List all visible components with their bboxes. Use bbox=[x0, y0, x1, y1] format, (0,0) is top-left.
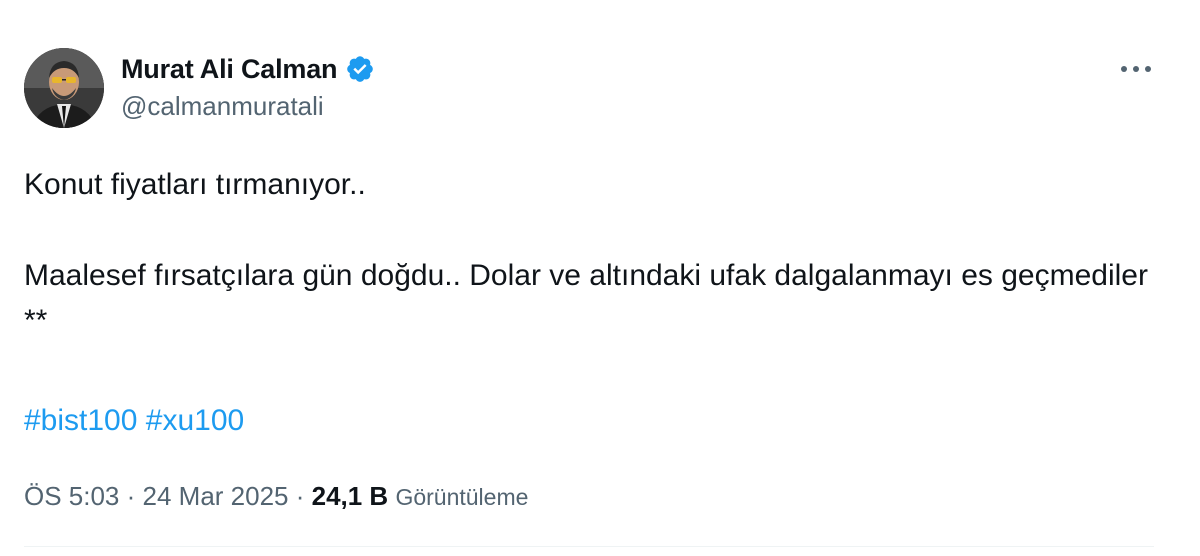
hashtag-link[interactable]: #bist100 bbox=[24, 404, 137, 437]
author-display-name[interactable]: Murat Ali Calman bbox=[121, 54, 338, 85]
avatar[interactable] bbox=[24, 48, 104, 128]
divider bbox=[24, 546, 1154, 547]
hashtag-list: #bist100 #xu100 bbox=[24, 398, 244, 443]
more-horizontal-icon bbox=[1121, 66, 1151, 72]
meta-separator: · bbox=[119, 481, 143, 511]
author-handle[interactable]: @calmanmuratali bbox=[121, 91, 324, 122]
tweet-time[interactable]: ÖS 5:03 bbox=[24, 481, 119, 511]
views-count[interactable]: 24,1 B bbox=[312, 481, 389, 511]
more-options-button[interactable] bbox=[1118, 54, 1154, 84]
author-name-row: Murat Ali Calman bbox=[121, 51, 375, 87]
tweet-meta: ÖS 5:03 · 24 Mar 2025 · 24,1 B Görüntüle… bbox=[24, 477, 528, 516]
meta-separator: · bbox=[288, 481, 312, 511]
verified-badge-icon[interactable] bbox=[345, 54, 375, 84]
tweet-card: Murat Ali Calman @calmanmuratali Konut f… bbox=[0, 0, 1200, 556]
views-label: Görüntüleme bbox=[395, 484, 529, 510]
tweet-text-line: ** bbox=[24, 304, 48, 337]
tweet-text-line: Konut fiyatları tırmanıyor.. bbox=[24, 168, 366, 201]
hashtag-link[interactable]: #xu100 bbox=[146, 404, 244, 437]
tweet-text-line: Maalesef fırsatçılara gün doğdu.. Dolar … bbox=[24, 259, 1148, 292]
tweet-date[interactable]: 24 Mar 2025 bbox=[143, 481, 289, 511]
avatar-image bbox=[24, 48, 104, 128]
tweet-text: Konut fiyatları tırmanıyor.. Maalesef fı… bbox=[24, 162, 1174, 343]
